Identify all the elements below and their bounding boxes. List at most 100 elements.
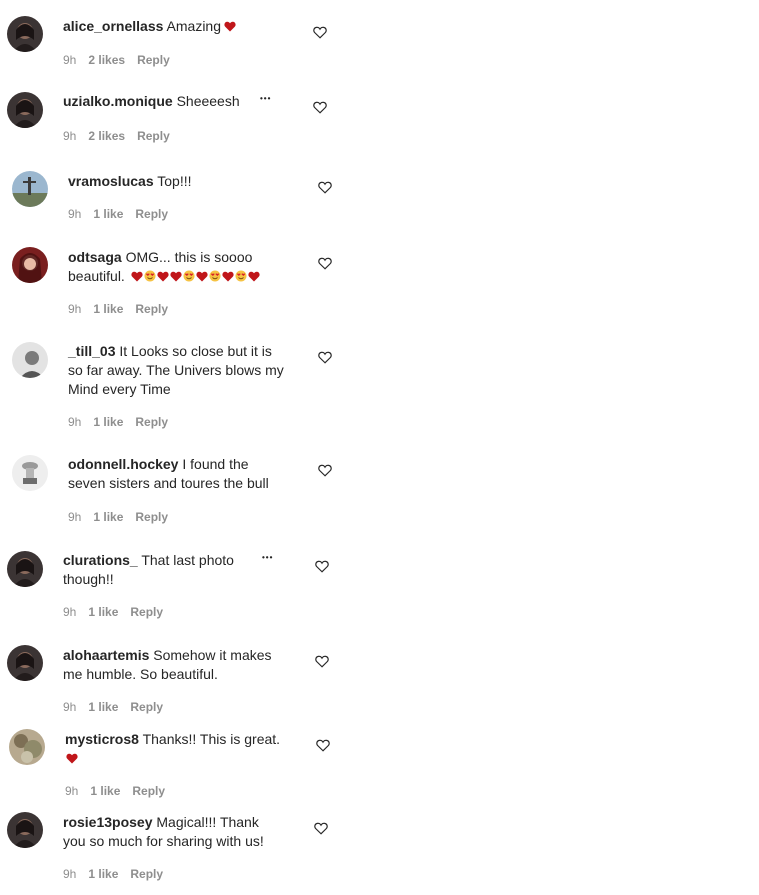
like-count[interactable]: 1 like xyxy=(93,415,123,429)
like-count[interactable]: 1 like xyxy=(93,207,123,221)
emoji-group xyxy=(131,268,261,284)
reply-button[interactable]: Reply xyxy=(137,129,170,143)
comment-line: odtsaga OMG... this is soooo xyxy=(68,248,261,267)
username-link[interactable]: vramoslucas xyxy=(68,173,154,189)
comment-meta: 9h 2 likes Reply xyxy=(63,129,182,143)
comment-body: That last photo xyxy=(141,552,234,568)
timestamp: 9h xyxy=(65,784,79,798)
comment-body: Sheeeesh xyxy=(176,93,240,109)
username-link[interactable]: mysticros8 xyxy=(65,731,139,747)
like-count[interactable]: 1 like xyxy=(88,700,118,714)
username-link[interactable]: _till_03 xyxy=(68,343,115,359)
comment-meta: 9h 1 like Reply xyxy=(65,784,177,798)
heart-emoji-icon xyxy=(222,268,234,287)
comment-line: alohaartemis Somehow it makes xyxy=(63,646,272,665)
comment-meta: 9h 1 like Reply xyxy=(68,415,180,429)
comment-meta: 9h 2 likes Reply xyxy=(63,53,182,67)
username-link[interactable]: odtsaga xyxy=(68,249,122,265)
comment-line: alice_ornellass Amazing xyxy=(63,17,236,37)
avatar[interactable] xyxy=(7,92,43,128)
avatar[interactable] xyxy=(12,171,48,207)
like-count[interactable]: 1 like xyxy=(93,510,123,524)
comment-meta: 9h 1 like Reply xyxy=(63,867,175,881)
comment-meta: 9h 1 like Reply xyxy=(68,207,180,221)
comment-body: OMG... this is soooo xyxy=(125,249,253,265)
reply-button[interactable]: Reply xyxy=(130,867,163,881)
comment-body: you so much for sharing with us! xyxy=(63,833,264,849)
username-link[interactable]: odonnell.hockey xyxy=(68,456,178,472)
reply-button[interactable]: Reply xyxy=(132,784,165,798)
comment-line: vramoslucas Top!!! xyxy=(68,172,192,191)
reply-button[interactable]: Reply xyxy=(135,207,168,221)
reply-button[interactable]: Reply xyxy=(135,302,168,316)
comment-text: mysticros8 Thanks!! This is great. xyxy=(65,730,280,769)
heart-outline-icon[interactable] xyxy=(318,351,334,367)
username-link[interactable]: clurations_ xyxy=(63,552,138,568)
comment-text: odonnell.hockey I found the seven sisters… xyxy=(68,455,269,493)
username-link[interactable]: uzialko.monique xyxy=(63,93,173,109)
heart-outline-icon[interactable] xyxy=(315,655,331,671)
heart-emoji-icon xyxy=(157,268,169,287)
emoji-group xyxy=(223,18,236,34)
like-count[interactable]: 1 like xyxy=(90,784,120,798)
avatar[interactable] xyxy=(12,342,48,378)
timestamp: 9h xyxy=(68,207,82,221)
timestamp: 9h xyxy=(63,53,77,67)
reply-button[interactable]: Reply xyxy=(137,53,170,67)
comment-line: odonnell.hockey I found the xyxy=(68,455,269,474)
comment-body: though!! xyxy=(63,571,114,587)
comment-body: Thanks!! This is great. xyxy=(142,731,281,747)
avatar[interactable] xyxy=(12,455,48,491)
username-link[interactable]: alice_ornellass xyxy=(63,18,163,34)
comment-body: so far away. The Univers blows my xyxy=(68,362,284,378)
avatar[interactable] xyxy=(7,645,43,681)
comment-body: seven sisters and toures the bull xyxy=(68,475,269,491)
heart-outline-icon[interactable] xyxy=(318,181,334,197)
comment-meta: 9h 1 like Reply xyxy=(63,700,175,714)
username-link[interactable]: alohaartemis xyxy=(63,647,149,663)
avatar[interactable] xyxy=(12,247,48,283)
smile-hearts-emoji-icon xyxy=(183,268,195,287)
heart-outline-icon[interactable] xyxy=(313,26,329,42)
avatar[interactable] xyxy=(7,812,43,848)
reply-button[interactable]: Reply xyxy=(130,700,163,714)
heart-emoji-icon xyxy=(131,268,143,287)
reply-button[interactable]: Reply xyxy=(135,415,168,429)
heart-outline-icon[interactable] xyxy=(315,560,331,576)
timestamp: 9h xyxy=(68,510,82,524)
timestamp: 9h xyxy=(63,700,77,714)
avatar[interactable] xyxy=(9,729,45,765)
more-dots-icon[interactable]: ••• xyxy=(260,94,271,103)
comment-line xyxy=(65,749,280,769)
more-dots-icon[interactable]: ••• xyxy=(262,553,273,562)
comment-line: uzialko.monique Sheeeesh xyxy=(63,92,240,111)
heart-outline-icon[interactable] xyxy=(316,739,332,755)
comment-line: seven sisters and toures the bull xyxy=(68,474,269,493)
comment-body: I found the xyxy=(182,456,249,472)
like-count[interactable]: 1 like xyxy=(88,605,118,619)
timestamp: 9h xyxy=(63,129,77,143)
heart-outline-icon[interactable] xyxy=(313,101,329,117)
like-count[interactable]: 1 like xyxy=(93,302,123,316)
avatar[interactable] xyxy=(7,551,43,587)
comment-meta: 9h 1 like Reply xyxy=(63,605,175,619)
like-count[interactable]: 2 likes xyxy=(88,129,125,143)
heart-outline-icon[interactable] xyxy=(314,822,330,838)
username-link[interactable]: rosie13posey xyxy=(63,814,153,830)
reply-button[interactable]: Reply xyxy=(135,510,168,524)
comment-line: clurations_ That last photo xyxy=(63,551,234,570)
heart-outline-icon[interactable] xyxy=(318,257,334,273)
heart-outline-icon[interactable] xyxy=(318,464,334,480)
comment-meta: 9h 1 like Reply xyxy=(68,510,180,524)
comment-body: It Looks so close but it is xyxy=(119,343,272,359)
comment-text: alohaartemis Somehow it makes me humble. … xyxy=(63,646,272,684)
avatar[interactable] xyxy=(7,16,43,52)
like-count[interactable]: 1 like xyxy=(88,867,118,881)
heart-emoji-icon xyxy=(248,268,260,287)
like-count[interactable]: 2 likes xyxy=(88,53,125,67)
comment-body: Amazing xyxy=(166,18,221,34)
comment-body: Mind every Time xyxy=(68,381,171,397)
reply-button[interactable]: Reply xyxy=(130,605,163,619)
timestamp: 9h xyxy=(68,302,82,316)
comment-line: Mind every Time xyxy=(68,380,284,399)
